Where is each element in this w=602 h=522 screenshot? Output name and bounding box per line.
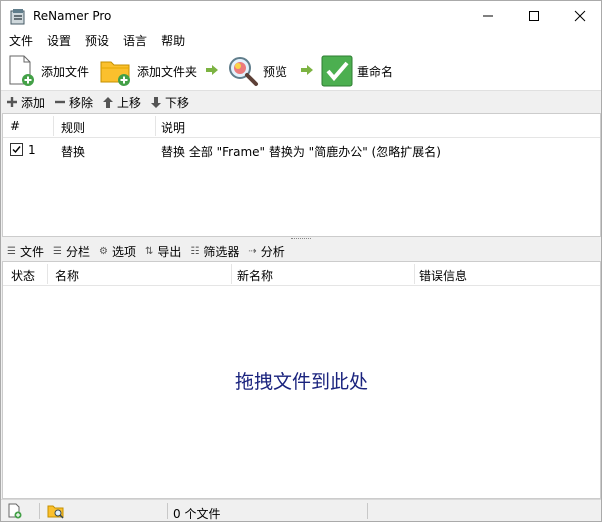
filters-menu-button[interactable]: ☷ 筛选器 bbox=[190, 243, 239, 260]
window-title: ReNamer Pro bbox=[33, 9, 112, 23]
arrow-up-icon bbox=[103, 96, 114, 108]
menu-help[interactable]: 帮助 bbox=[154, 31, 192, 51]
files-table[interactable]: 状态 名称 新名称 错误信息 拖拽文件到此处 bbox=[2, 261, 601, 499]
options-menu-label: 选项 bbox=[111, 244, 136, 259]
add-folder-label: 添加文件夹 bbox=[137, 64, 198, 79]
add-folder-icon bbox=[100, 61, 130, 86]
app-window: ReNamer Pro 文件 设置 预设 语言 帮助 添加文件 添加文件夹 预览… bbox=[0, 0, 602, 522]
menu-file[interactable]: 文件 bbox=[1, 31, 40, 51]
menu-bar: 文件 设置 预设 语言 帮助 bbox=[1, 31, 601, 51]
rules-col-index[interactable]: # bbox=[10, 119, 20, 133]
main-toolbar: 添加文件 添加文件夹 预览 重命名 bbox=[1, 51, 601, 91]
column-divider[interactable] bbox=[53, 116, 54, 136]
files-menu-button[interactable]: ☰ 文件 bbox=[7, 243, 44, 260]
plus-icon bbox=[7, 97, 17, 107]
title-bar: ReNamer Pro bbox=[1, 1, 601, 31]
filters-menu-label: 筛选器 bbox=[203, 244, 240, 259]
add-files-label: 添加文件 bbox=[41, 64, 90, 79]
move-up-button[interactable]: 上移 bbox=[103, 94, 141, 111]
files-col-new-name[interactable]: 新名称 bbox=[237, 267, 273, 284]
remove-rule-button[interactable]: 移除 bbox=[55, 94, 93, 111]
analyze-menu-button[interactable]: ⇢ 分析 bbox=[248, 243, 284, 260]
status-bar: 0 个文件 bbox=[1, 499, 601, 521]
arrow-down-icon bbox=[151, 96, 162, 108]
menu-presets[interactable]: 预设 bbox=[78, 31, 116, 51]
add-rule-label: 添加 bbox=[21, 95, 46, 110]
file-count-status: 0 个文件 bbox=[173, 507, 221, 521]
options-icon: ⚙ bbox=[98, 245, 108, 257]
export-icon: ⇅ bbox=[144, 245, 154, 257]
status-separator bbox=[39, 503, 40, 519]
analyze-icon: ⇢ bbox=[248, 245, 257, 257]
files-menu-label: 文件 bbox=[19, 244, 44, 259]
column-divider[interactable] bbox=[47, 264, 48, 284]
add-rule-button[interactable]: 添加 bbox=[7, 94, 45, 111]
options-menu-button[interactable]: ⚙ 选项 bbox=[99, 243, 136, 260]
files-table-header: 状态 名称 新名称 错误信息 bbox=[3, 262, 600, 286]
columns-icon: ☰ bbox=[52, 245, 62, 257]
preview-button[interactable]: 预览 bbox=[227, 53, 287, 89]
rename-check-icon bbox=[321, 55, 353, 87]
files-col-error[interactable]: 错误信息 bbox=[419, 267, 467, 284]
maximize-button[interactable] bbox=[511, 1, 557, 31]
files-menu-icon: ☰ bbox=[7, 245, 16, 257]
rule-row[interactable]: 1 替换 替换 全部 "Frame" 替换为 "简鹿办公" (忽略扩展名) bbox=[3, 140, 600, 160]
move-down-button[interactable]: 下移 bbox=[151, 94, 189, 111]
arrow-right-icon bbox=[206, 65, 218, 75]
columns-menu-label: 分栏 bbox=[65, 244, 90, 259]
rule-index: 1 bbox=[28, 143, 36, 157]
columns-menu-button[interactable]: ☰ 分栏 bbox=[53, 243, 90, 260]
rule-name: 替换 bbox=[61, 145, 86, 159]
arrow-right-icon bbox=[301, 65, 313, 75]
close-icon bbox=[574, 10, 586, 22]
minimize-button[interactable] bbox=[465, 1, 511, 31]
add-files-button[interactable]: 添加文件 bbox=[7, 53, 89, 89]
status-separator bbox=[367, 503, 368, 519]
minimize-icon bbox=[483, 15, 493, 17]
close-button[interactable] bbox=[557, 1, 602, 31]
rename-button[interactable]: 重命名 bbox=[321, 53, 393, 89]
preview-label: 预览 bbox=[263, 64, 288, 79]
preview-magnifier-icon bbox=[229, 57, 258, 86]
folder-search-icon[interactable] bbox=[47, 503, 65, 519]
analyze-menu-label: 分析 bbox=[260, 244, 285, 259]
rules-table: # 规则 说明 1 替换 替换 全部 "Frame" 替换为 "简鹿办公" (忽… bbox=[2, 113, 601, 237]
maximize-icon bbox=[529, 11, 539, 21]
rule-enabled-checkbox[interactable] bbox=[10, 143, 23, 156]
filter-icon: ☷ bbox=[190, 245, 200, 257]
splitter-grip bbox=[291, 238, 311, 240]
move-up-label: 上移 bbox=[117, 95, 142, 110]
rules-table-header: # 规则 说明 bbox=[3, 114, 600, 138]
remove-rule-label: 移除 bbox=[69, 95, 94, 110]
column-divider[interactable] bbox=[414, 264, 415, 284]
drop-files-hint: 拖拽文件到此处 bbox=[234, 371, 368, 393]
files-col-status[interactable]: 状态 bbox=[11, 267, 35, 284]
rules-col-description[interactable]: 说明 bbox=[161, 119, 185, 136]
column-divider[interactable] bbox=[231, 264, 232, 284]
app-logo-icon bbox=[10, 9, 25, 25]
move-down-label: 下移 bbox=[165, 95, 190, 110]
files-toolbar: ☰ 文件 ☰ 分栏 ⚙ 选项 ⇅ 导出 ☷ 筛选器 ⇢ 分析 bbox=[1, 241, 601, 261]
status-separator bbox=[167, 503, 168, 519]
export-menu-button[interactable]: ⇅ 导出 bbox=[145, 243, 181, 260]
files-col-name[interactable]: 名称 bbox=[55, 267, 79, 284]
menu-settings[interactable]: 设置 bbox=[40, 31, 78, 51]
add-folder-button[interactable]: 添加文件夹 bbox=[99, 53, 197, 89]
add-file-small-icon[interactable] bbox=[8, 503, 22, 519]
rename-label: 重命名 bbox=[357, 64, 394, 79]
checkmark-icon bbox=[12, 146, 21, 154]
rule-description: 替换 全部 "Frame" 替换为 "简鹿办公" (忽略扩展名) bbox=[161, 145, 441, 159]
menu-language[interactable]: 语言 bbox=[116, 31, 154, 51]
rules-col-rule[interactable]: 规则 bbox=[61, 119, 85, 136]
minus-icon bbox=[55, 100, 66, 104]
add-file-icon bbox=[9, 55, 34, 86]
rules-toolbar: 添加 移除 上移 下移 bbox=[1, 91, 601, 113]
column-divider[interactable] bbox=[155, 116, 156, 136]
export-menu-label: 导出 bbox=[157, 244, 182, 259]
